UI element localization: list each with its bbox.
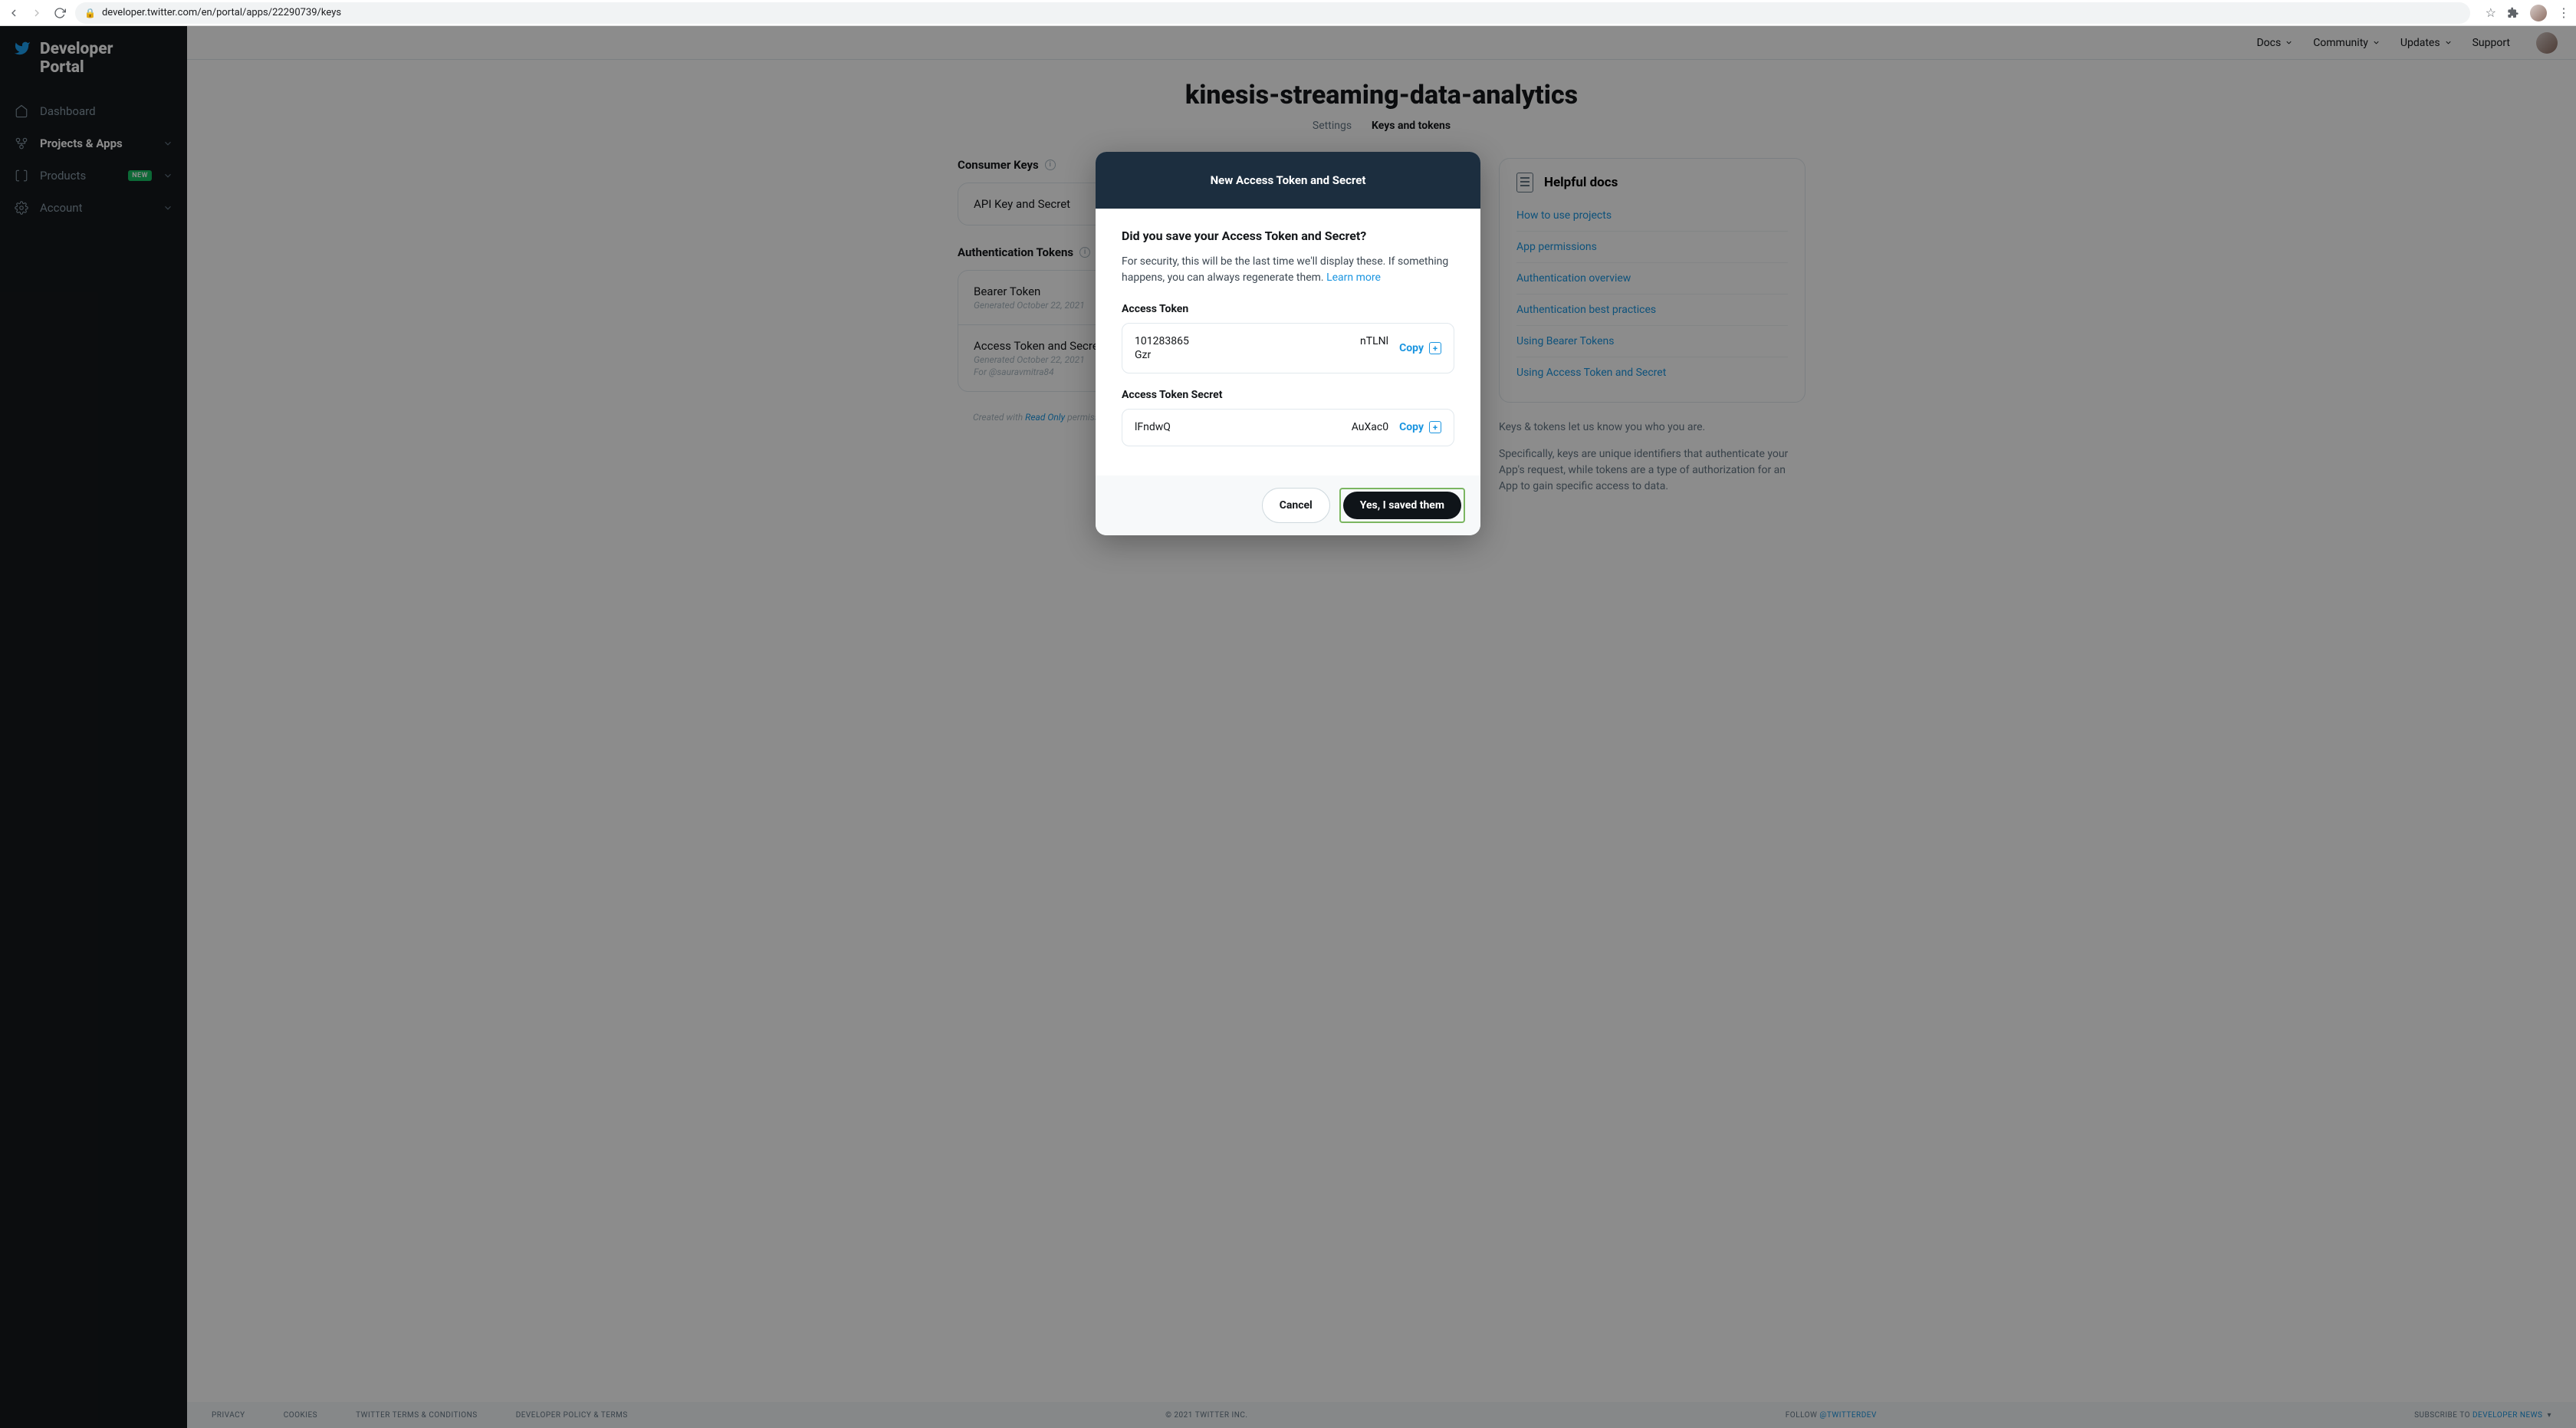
copy-access-token-secret-button[interactable]: Copy: [1399, 421, 1441, 433]
kebab-menu-icon[interactable]: ⋮: [2558, 5, 2570, 20]
access-token-secret-box: lFndwQ AuXac0 Copy: [1122, 409, 1454, 446]
copy-icon: [1429, 342, 1441, 354]
extensions-icon[interactable]: [2507, 7, 2519, 19]
access-token-value: 101283865 Gzr nTLNl: [1135, 334, 1388, 362]
back-button[interactable]: [6, 5, 21, 21]
forward-button[interactable]: [29, 5, 44, 21]
star-icon[interactable]: ☆: [2486, 5, 2496, 20]
copy-access-token-button[interactable]: Copy: [1399, 342, 1441, 354]
browser-toolbar: 🔒 developer.twitter.com/en/portal/apps/2…: [0, 0, 2576, 26]
access-token-secret-value: lFndwQ AuXac0: [1135, 420, 1388, 434]
modal-question: Did you save your Access Token and Secre…: [1122, 229, 1454, 243]
yes-saved-button[interactable]: Yes, I saved them: [1343, 492, 1461, 519]
access-token-label: Access Token: [1122, 303, 1454, 315]
access-token-box: 101283865 Gzr nTLNl Copy: [1122, 323, 1454, 373]
learn-more-link[interactable]: Learn more: [1326, 271, 1381, 284]
modal-title: New Access Token and Secret: [1096, 152, 1480, 209]
highlighted-action: Yes, I saved them: [1339, 488, 1465, 523]
url-text: developer.twitter.com/en/portal/apps/222…: [102, 7, 341, 18]
address-bar[interactable]: 🔒 developer.twitter.com/en/portal/apps/2…: [75, 2, 2470, 24]
copy-icon: [1429, 421, 1441, 433]
access-token-secret-label: Access Token Secret: [1122, 389, 1454, 401]
lock-icon: 🔒: [84, 8, 96, 18]
modal-description: For security, this will be the last time…: [1122, 254, 1454, 286]
new-access-token-modal: New Access Token and Secret Did you save…: [1096, 152, 1480, 535]
cancel-button[interactable]: Cancel: [1262, 488, 1330, 523]
reload-button[interactable]: [52, 5, 67, 21]
profile-avatar[interactable]: [2530, 5, 2547, 21]
